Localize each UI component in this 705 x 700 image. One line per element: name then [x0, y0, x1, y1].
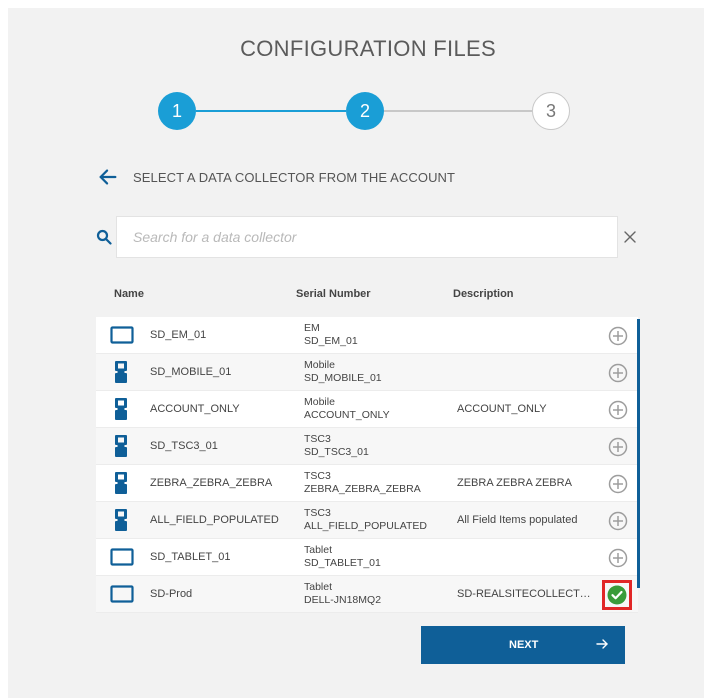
step-2-label: 2	[359, 100, 370, 121]
search-icon	[96, 229, 112, 245]
row-serial-number: ACCOUNT_ONLY	[304, 409, 390, 421]
tablet-icon	[110, 585, 134, 603]
row-serial: Mobile SD_MOBILE_01	[304, 359, 382, 385]
row-serial-number: SD_EM_01	[304, 335, 358, 347]
next-button[interactable]: NEXT	[421, 626, 625, 664]
row-name: SD_EM_01	[150, 329, 207, 341]
table-row[interactable]: SD_MOBILE_01 Mobile SD_MOBILE_01	[96, 354, 638, 391]
row-serial-model: Mobile	[304, 359, 335, 371]
step-1-label: 1	[171, 100, 182, 121]
row-serial: TSC3 ALL_FIELD_POPULATED	[304, 507, 427, 533]
row-serial: TSC3 SD_TSC3_01	[304, 433, 369, 459]
row-description: All Field Items populated	[457, 514, 578, 526]
arrow-right-icon	[596, 639, 608, 649]
row-description: ZEBRA ZEBRA ZEBRA	[457, 477, 572, 489]
row-name: ALL_FIELD_POPULATED	[150, 514, 279, 526]
row-serial-number: DELL-JN18MQ2	[304, 594, 382, 606]
step-3: 3	[532, 92, 570, 130]
table-row[interactable]: SD_TSC3_01 TSC3 SD_TSC3_01	[96, 428, 638, 465]
row-serial-model: Tablet	[304, 544, 333, 556]
table-row-selected[interactable]: SD-Prod Tablet DELL-JN18MQ2 SD-REALSITECO…	[96, 576, 638, 613]
data-collector-table: Name Serial Number Description SD_EM_01 …	[96, 266, 640, 613]
row-serial-model: TSC3	[304, 433, 331, 445]
row-serial-model: TSC3	[304, 507, 331, 519]
column-header-name[interactable]: Name	[114, 288, 144, 300]
add-circle-icon[interactable]	[608, 326, 628, 346]
step-3-label: 3	[545, 100, 556, 121]
row-serial-model: Tablet	[304, 581, 333, 593]
table-row[interactable]: SD_EM_01 EM SD_EM_01	[96, 317, 638, 354]
handheld-icon	[115, 398, 127, 420]
row-name: SD_MOBILE_01	[150, 366, 232, 378]
add-circle-icon[interactable]	[608, 474, 628, 494]
row-serial-number: SD_TABLET_01	[304, 557, 381, 569]
row-serial: Mobile ACCOUNT_ONLY	[304, 396, 390, 422]
page-title: CONFIGURATION FILES	[240, 36, 496, 61]
handheld-icon	[115, 472, 127, 494]
add-circle-icon[interactable]	[608, 548, 628, 568]
close-icon[interactable]	[622, 229, 638, 245]
column-header-description[interactable]: Description	[453, 288, 514, 300]
arrow-left-icon[interactable]	[97, 166, 119, 188]
handheld-icon	[115, 361, 127, 383]
check-circle-icon	[607, 585, 627, 605]
add-circle-icon[interactable]	[608, 400, 628, 420]
step-connector-1	[196, 110, 346, 112]
next-button-label: NEXT	[509, 639, 539, 651]
add-circle-icon[interactable]	[608, 437, 628, 457]
row-serial-number: SD_TSC3_01	[304, 446, 369, 458]
selected-highlight[interactable]	[602, 580, 632, 610]
step-connector-2	[384, 110, 532, 112]
step-2: 2	[346, 92, 384, 130]
handheld-icon	[115, 509, 127, 531]
search-input[interactable]	[116, 216, 618, 258]
tablet-icon	[110, 548, 134, 566]
table-header: Name Serial Number Description	[96, 266, 638, 316]
add-circle-icon[interactable]	[608, 511, 628, 531]
handheld-icon	[115, 435, 127, 457]
table-row[interactable]: ACCOUNT_ONLY Mobile ACCOUNT_ONLY ACCOUNT_…	[96, 391, 638, 428]
row-name: SD_TSC3_01	[150, 440, 218, 452]
row-serial-number: ZEBRA_ZEBRA_ZEBRA	[304, 483, 421, 495]
step-1: 1	[158, 92, 196, 130]
table-body: SD_EM_01 EM SD_EM_01 SD_MOBILE_01 Mobile S…	[96, 317, 638, 613]
row-name: ZEBRA_ZEBRA_ZEBRA	[150, 477, 273, 489]
table-row[interactable]: ZEBRA_ZEBRA_ZEBRA TSC3 ZEBRA_ZEBRA_ZEBRA …	[96, 465, 638, 502]
row-serial: Tablet SD_TABLET_01	[304, 544, 381, 570]
tablet-icon	[110, 326, 134, 344]
subheader-label: SELECT A DATA COLLECTOR FROM THE ACCOUNT	[133, 169, 456, 185]
row-description: ACCOUNT_ONLY	[457, 403, 547, 415]
row-serial-model: TSC3	[304, 470, 331, 482]
subheader: SELECT A DATA COLLECTOR FROM THE ACCOUNT	[97, 166, 455, 188]
table-row[interactable]: ALL_FIELD_POPULATED TSC3 ALL_FIELD_POPULA…	[96, 502, 638, 539]
row-serial: Tablet DELL-JN18MQ2	[304, 581, 381, 607]
column-header-serial-number[interactable]: Serial Number	[296, 288, 371, 300]
row-name: SD-Prod	[150, 588, 193, 600]
row-serial-number: ALL_FIELD_POPULATED	[304, 520, 427, 532]
table-scrollbar[interactable]	[637, 319, 640, 588]
row-serial: EM SD_EM_01	[304, 322, 358, 348]
row-serial-number: SD_MOBILE_01	[304, 372, 382, 384]
row-serial-model: EM	[304, 322, 320, 334]
row-name: SD_TABLET_01	[150, 551, 231, 563]
row-serial-model: Mobile	[304, 396, 335, 408]
table-row[interactable]: SD_TABLET_01 Tablet SD_TABLET_01	[96, 539, 638, 576]
row-serial: TSC3 ZEBRA_ZEBRA_ZEBRA	[304, 470, 421, 496]
add-circle-icon[interactable]	[608, 363, 628, 383]
row-name: ACCOUNT_ONLY	[150, 403, 240, 415]
row-description: SD-REALSITECOLLECTOR-...	[457, 588, 599, 600]
